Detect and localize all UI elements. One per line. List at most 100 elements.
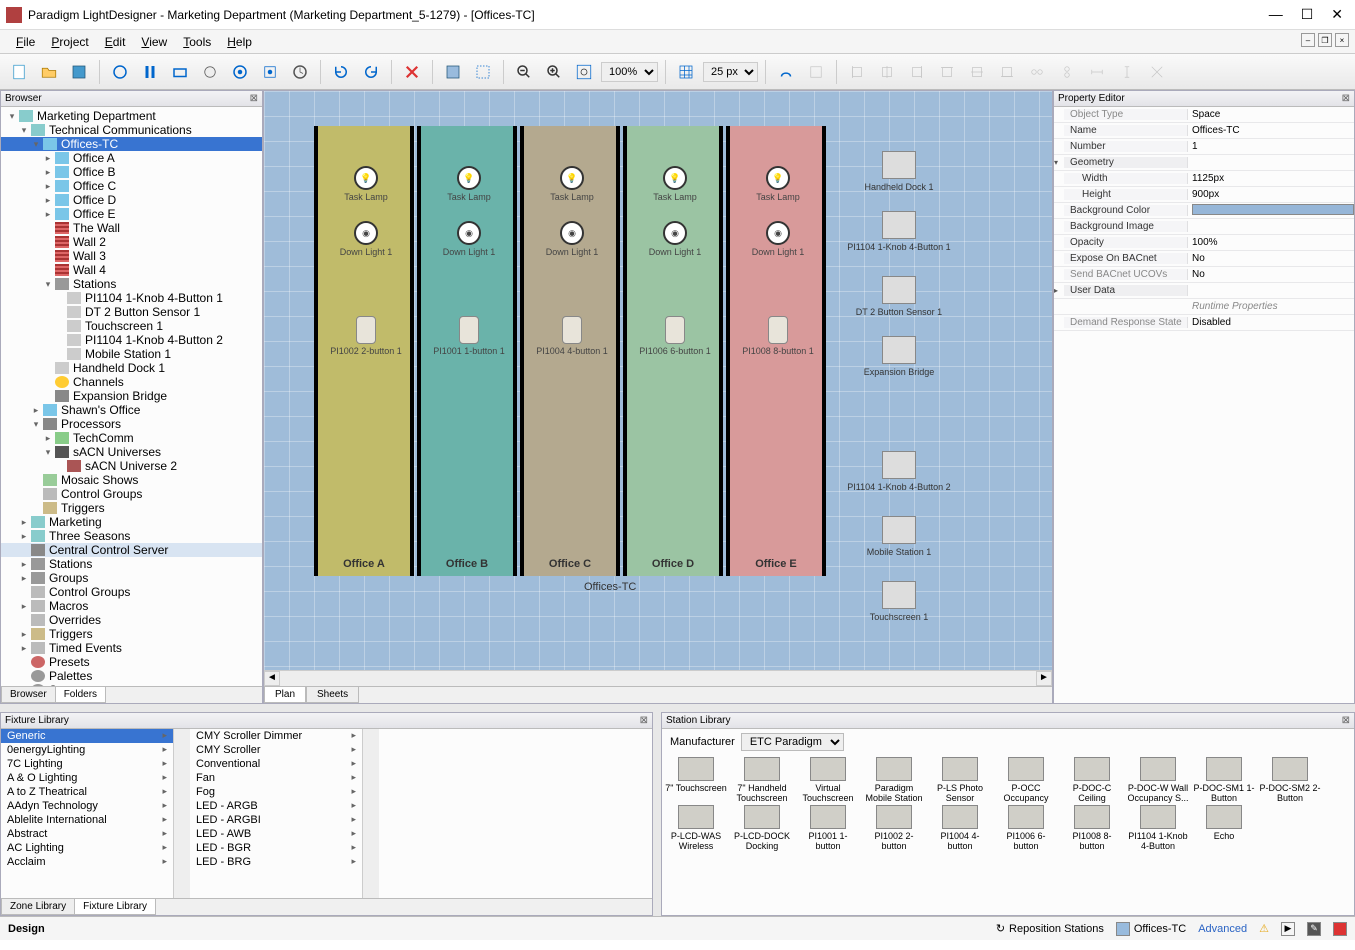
tree-item[interactable]: Wall 4 (1, 263, 262, 277)
office-space[interactable]: 💡Task Lamp ◉Down Light 1 PI1004 4-button… (520, 126, 620, 576)
station-item[interactable]: Paradigm Mobile Station (862, 757, 926, 803)
tool-a[interactable] (107, 59, 133, 85)
record-button[interactable] (1333, 922, 1347, 936)
station-item[interactable]: P-DOC-SM2 2-Button (1258, 757, 1322, 803)
tool-c[interactable] (167, 59, 193, 85)
dist-h[interactable] (1024, 59, 1050, 85)
menu-tools[interactable]: Tools (175, 33, 219, 51)
match-size[interactable] (1144, 59, 1170, 85)
property-row[interactable]: Background Image (1054, 219, 1354, 235)
tree-item[interactable]: ▸Macros (1, 599, 262, 613)
tab-folders[interactable]: Folders (55, 687, 106, 703)
maximize-button[interactable]: ☐ (1301, 6, 1314, 23)
tree-item[interactable]: Control Groups (1, 487, 262, 501)
dist-v[interactable] (1054, 59, 1080, 85)
menu-file[interactable]: File (8, 33, 43, 51)
down-light-device[interactable]: ◉Down Light 1 (733, 221, 823, 257)
list-item[interactable]: A to Z Theatrical▸ (1, 785, 173, 799)
list-item[interactable]: Acclaim▸ (1, 855, 173, 869)
office-space[interactable]: 💡Task Lamp ◉Down Light 1 PI1002 2-button… (314, 126, 414, 576)
tab-browser[interactable]: Browser (1, 687, 56, 703)
minimize-button[interactable]: — (1269, 6, 1283, 23)
station-library-close-icon[interactable]: ⊠ (1342, 715, 1350, 726)
tree-item[interactable]: Mosaic Shows (1, 473, 262, 487)
list-item[interactable]: Generic▸ (1, 729, 173, 743)
list-item[interactable]: AC Lighting▸ (1, 841, 173, 855)
office-space[interactable]: 💡Task Lamp ◉Down Light 1 PI1006 6-button… (623, 126, 723, 576)
property-row[interactable]: Background Color (1054, 203, 1354, 219)
match-w[interactable] (1084, 59, 1110, 85)
menu-help[interactable]: Help (219, 33, 260, 51)
list-item[interactable]: Abstract▸ (1, 827, 173, 841)
tree-item[interactable]: ▸Office C (1, 179, 262, 193)
station-item[interactable]: P-DOC-SM1 1-Button (1192, 757, 1256, 803)
list-item[interactable]: LED - ARGBI▸ (190, 813, 362, 827)
browser-tree[interactable]: ▾Marketing Department▾Technical Communic… (1, 107, 262, 686)
list-item[interactable]: Ablelite International▸ (1, 813, 173, 827)
design-canvas[interactable]: Offices-TC 💡Task Lamp ◉Down Light 1 PI10… (264, 91, 1052, 670)
tree-item[interactable]: Presets (1, 655, 262, 669)
zoom-in-button[interactable] (541, 59, 567, 85)
office-space[interactable]: 💡Task Lamp ◉Down Light 1 PI1008 8-button… (726, 126, 826, 576)
station-item[interactable]: P-LCD-DOCK Docking (730, 805, 794, 851)
button-station-device[interactable]: PI1002 2-button 1 (321, 316, 411, 356)
tool-f[interactable] (257, 59, 283, 85)
property-row[interactable]: ▸User Data (1054, 283, 1354, 299)
property-row[interactable]: Height900px (1054, 187, 1354, 203)
tree-item[interactable]: Expansion Bridge (1, 389, 262, 403)
button-station-device[interactable]: PI1004 4-button 1 (527, 316, 617, 356)
fixture-library-close-icon[interactable]: ⊠ (640, 715, 648, 726)
property-row[interactable]: Send BACnet UCOVsNo (1054, 267, 1354, 283)
list-item[interactable]: Fan▸ (190, 771, 362, 785)
mdi-close[interactable]: × (1335, 33, 1349, 47)
tree-item[interactable]: ▸Office D (1, 193, 262, 207)
list-item[interactable]: LED - BRG▸ (190, 855, 362, 869)
browser-close-icon[interactable]: ⊠ (250, 93, 258, 104)
tool-b[interactable] (137, 59, 163, 85)
tree-item[interactable]: ▾Processors (1, 417, 262, 431)
align-hcenter[interactable] (874, 59, 900, 85)
station-item[interactable]: 7" Handheld Touchscreen (730, 757, 794, 803)
station-item[interactable]: Virtual Touchscreen (796, 757, 860, 803)
align-bottom[interactable] (994, 59, 1020, 85)
menu-edit[interactable]: Edit (97, 33, 134, 51)
tree-item[interactable]: Control Groups (1, 585, 262, 599)
station-item[interactable]: P-LS Photo Sensor (928, 757, 992, 803)
list-item[interactable]: 7C Lighting▸ (1, 757, 173, 771)
tree-item[interactable]: ▸TechComm (1, 431, 262, 445)
grid-button[interactable] (673, 59, 699, 85)
tree-item[interactable]: ▸Office A (1, 151, 262, 165)
tree-item[interactable]: PI1104 1-Knob 4-Button 1 (1, 291, 262, 305)
button-station-device[interactable]: PI1001 1-button 1 (424, 316, 514, 356)
undo-button[interactable] (328, 59, 354, 85)
redo-button[interactable] (358, 59, 384, 85)
tree-item[interactable]: ▸Marketing (1, 515, 262, 529)
tree-item[interactable]: ▾Stations (1, 277, 262, 291)
station-item[interactable]: PI1104 1-Knob 4-Button (1126, 805, 1190, 851)
tree-item[interactable]: Handheld Dock 1 (1, 361, 262, 375)
side-device[interactable]: Mobile Station 1 (844, 516, 954, 557)
zoom-out-button[interactable] (511, 59, 537, 85)
canvas-hscroll[interactable]: ◄► (264, 670, 1052, 686)
property-row[interactable]: Expose On BACnetNo (1054, 251, 1354, 267)
station-item[interactable]: P-OCC Occupancy (994, 757, 1058, 803)
side-device[interactable]: PI1104 1-Knob 4-Button 1 (844, 211, 954, 252)
reposition-stations[interactable]: ↻Reposition Stations (996, 922, 1104, 935)
tab-fixture-library[interactable]: Fixture Library (74, 899, 156, 915)
task-lamp-device[interactable]: 💡Task Lamp (630, 166, 720, 202)
tool-d[interactable] (197, 59, 223, 85)
edit-button[interactable]: ✎ (1307, 922, 1321, 936)
station-item[interactable]: PI1006 6-button (994, 805, 1058, 851)
list-item[interactable]: CMY Scroller Dimmer▸ (190, 729, 362, 743)
property-row[interactable]: NameOffices-TC (1054, 123, 1354, 139)
zone-button[interactable] (470, 59, 496, 85)
task-lamp-device[interactable]: 💡Task Lamp (321, 166, 411, 202)
grid-size-select[interactable]: 25 px (703, 62, 758, 82)
tree-item[interactable]: ▸Shawn's Office (1, 403, 262, 417)
property-row[interactable]: Width1125px (1054, 171, 1354, 187)
down-light-device[interactable]: ◉Down Light 1 (527, 221, 617, 257)
menu-project[interactable]: Project (43, 33, 96, 51)
align-button[interactable] (803, 59, 829, 85)
align-vcenter[interactable] (964, 59, 990, 85)
tree-item[interactable]: The Wall (1, 221, 262, 235)
